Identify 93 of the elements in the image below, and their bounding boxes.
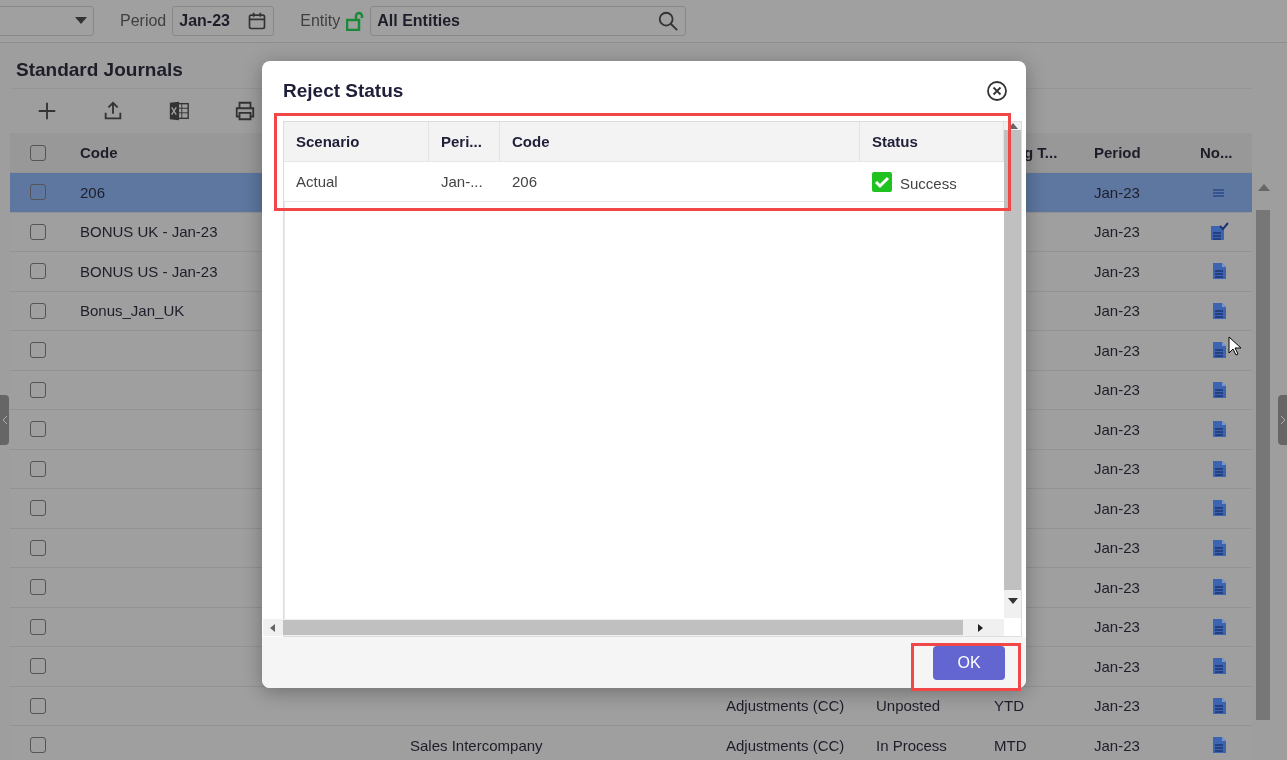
select-all-checkbox[interactable] [30, 144, 46, 161]
vertical-scrollbar[interactable] [1004, 122, 1021, 618]
document-icon[interactable] [1211, 262, 1227, 281]
row-checkbox[interactable] [30, 302, 46, 319]
table-cell: Jan-23 [1094, 262, 1140, 280]
row-checkbox[interactable] [30, 658, 46, 675]
document-icon[interactable] [1211, 617, 1227, 636]
row-checkbox[interactable] [30, 184, 46, 201]
upload-icon[interactable] [102, 100, 124, 122]
entity-label: Entity [300, 12, 341, 30]
row-checkbox[interactable] [30, 579, 46, 596]
row-checkbox[interactable] [30, 381, 46, 398]
column-header[interactable]: Peri... [429, 122, 500, 161]
table-cell: Jan-23 [1094, 223, 1140, 241]
document-icon[interactable] [1211, 420, 1227, 439]
search-icon[interactable] [657, 10, 680, 32]
row-checkbox[interactable] [30, 500, 46, 517]
table-cell: Bonus_Jan_UK [80, 302, 185, 320]
row-checkbox[interactable] [30, 263, 46, 280]
document-icon[interactable] [1211, 736, 1227, 755]
document-icon[interactable] [1211, 459, 1227, 478]
row-checkbox[interactable] [30, 618, 46, 635]
period-label: Period [120, 12, 167, 30]
page-title: Standard Journals [15, 58, 184, 82]
row-checkbox[interactable] [30, 539, 46, 556]
dialog-title: Reject Status [283, 80, 404, 102]
table-cell: Adjustments (CC) [726, 736, 845, 754]
row-checkbox[interactable] [30, 737, 46, 754]
row-checkbox[interactable] [30, 342, 46, 359]
table-cell: YTD [994, 697, 1024, 715]
document-icon[interactable] [1211, 499, 1227, 518]
horizontal-scrollbar[interactable] [263, 619, 1004, 636]
table-cell: Jan-23 [1094, 183, 1140, 201]
dropdown-field[interactable] [0, 6, 94, 36]
row-checkbox[interactable] [30, 697, 46, 714]
calendar-icon[interactable] [247, 11, 268, 31]
table-cell: 206 [80, 183, 106, 201]
expand-tab[interactable] [1278, 395, 1287, 445]
spreadsheet-icon[interactable] [168, 100, 190, 122]
close-icon[interactable] [986, 80, 1008, 102]
document-icon[interactable] [1211, 380, 1227, 399]
table-cell: Actual [296, 173, 338, 190]
table-cell: Jan-23 [1094, 460, 1140, 478]
table-cell: Jan-23 [1094, 302, 1140, 320]
table-cell: Unposted [876, 697, 941, 715]
table-cell: Sales Intercompany [410, 736, 543, 754]
table-cell: Jan-23 [1094, 578, 1140, 596]
status-text: Success [900, 175, 957, 192]
table-cell: Jan-23 [1094, 341, 1140, 359]
table-cell: Jan-23 [1094, 499, 1140, 517]
table-cell: Jan-23 [1094, 381, 1140, 399]
table-cell: Adjustments (CC) [726, 697, 845, 715]
add-icon[interactable] [36, 100, 58, 122]
column-header[interactable]: No... [1200, 144, 1233, 161]
table-cell: BONUS UK - Jan-23 [80, 223, 218, 241]
table-cell: Jan-23 [1094, 618, 1140, 636]
table-cell: Jan-23 [1094, 539, 1140, 557]
entity-search-field[interactable]: All Entities [370, 6, 687, 36]
table-cell: BONUS US - Jan-23 [80, 262, 218, 280]
document-icon[interactable] [1211, 696, 1227, 715]
document-icon[interactable] [1211, 657, 1227, 676]
column-header[interactable]: Scenario [284, 122, 429, 161]
document-icon[interactable] [1211, 538, 1227, 557]
row-checkbox[interactable] [30, 421, 46, 438]
table-cell: In Process [876, 736, 947, 754]
table-cell: Jan-23 [1094, 697, 1140, 715]
unlock-icon[interactable] [346, 11, 365, 31]
chevron-left-icon[interactable] [1, 415, 8, 425]
scrollbar-thumb[interactable] [1256, 210, 1270, 720]
document-icon[interactable] [1211, 301, 1227, 320]
document-icon[interactable] [1211, 578, 1227, 597]
row-checkbox[interactable] [30, 460, 46, 477]
document-check-icon[interactable] [1209, 221, 1229, 242]
scroll-up-icon[interactable] [1258, 184, 1270, 192]
table-cell: Jan-... [441, 173, 483, 190]
ok-button[interactable]: OK [933, 645, 1005, 680]
table-cell: MTD [994, 736, 1027, 754]
lines-icon[interactable] [1212, 187, 1226, 198]
table-cell: Jan-23 [1094, 657, 1140, 675]
column-header[interactable]: Period [1094, 144, 1141, 161]
table-cell: Jan-23 [1094, 420, 1140, 438]
period-field[interactable]: Jan-23 [172, 6, 275, 36]
mouse-cursor-icon [1228, 336, 1242, 356]
chevron-right-icon[interactable] [1279, 415, 1286, 425]
table-cell: Jan-23 [1094, 736, 1140, 754]
column-header[interactable]: Code [80, 144, 118, 161]
print-icon[interactable] [234, 100, 256, 122]
table-cell: 206 [512, 173, 538, 190]
caret-icon [75, 17, 87, 25]
document-icon[interactable] [1211, 341, 1227, 360]
column-header[interactable]: Code [500, 122, 860, 161]
collapse-tab[interactable] [0, 395, 9, 445]
row-checkbox[interactable] [30, 223, 46, 240]
